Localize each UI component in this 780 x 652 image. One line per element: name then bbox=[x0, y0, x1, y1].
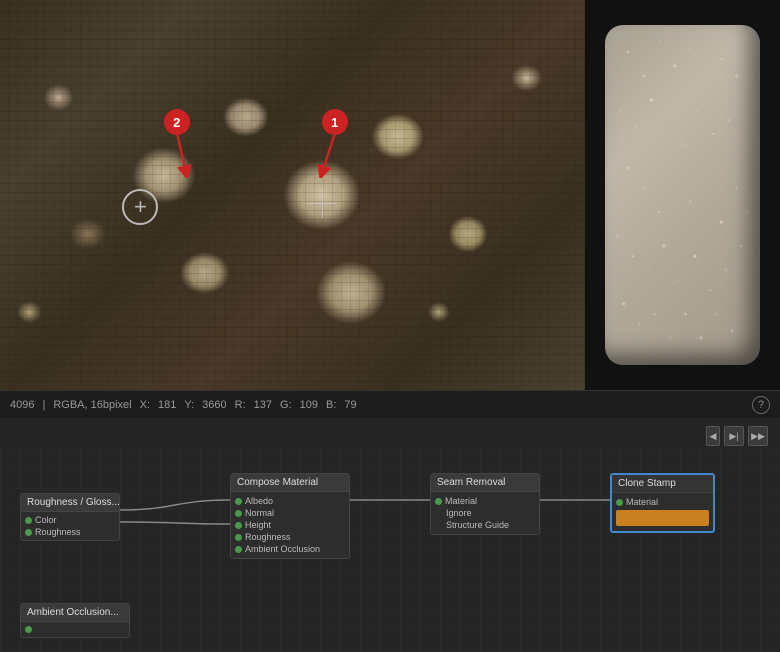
material-preview-sphere bbox=[605, 25, 760, 365]
transport-controls: ◀ ▶| ▶▶ bbox=[706, 426, 768, 446]
y-label: Y: bbox=[184, 399, 194, 411]
port-label-structure: Structure Guide bbox=[435, 520, 509, 530]
resolution-info: 4096 bbox=[10, 399, 34, 411]
annotation-circle-2: 2 bbox=[164, 109, 190, 135]
y-value: 3660 bbox=[202, 399, 226, 411]
port-dot-albedo bbox=[235, 498, 242, 505]
annotation-2-arrow bbox=[172, 133, 202, 178]
port-row-normal: Normal bbox=[231, 507, 349, 519]
node-graph[interactable]: ◀ ▶| ▶▶ Roughness / Gloss... Color bbox=[0, 418, 780, 652]
node-seam-title: Seam Removal bbox=[431, 474, 539, 492]
node-ambient-ports bbox=[21, 622, 129, 637]
node-ambient-title: Ambient Occlusion... bbox=[21, 604, 129, 622]
port-label-ignore: Ignore bbox=[435, 508, 472, 518]
collapse-button[interactable]: ◀ bbox=[706, 426, 720, 446]
port-label-roughness: Roughness bbox=[35, 527, 81, 537]
status-bar: 4096 | RGBA, 16bpixel X: 181 Y: 3660 R: … bbox=[0, 390, 780, 418]
port-dot-roughness bbox=[25, 529, 32, 536]
port-row-height: Height bbox=[231, 519, 349, 531]
port-dot-normal bbox=[235, 510, 242, 517]
port-dot-clone-material bbox=[616, 499, 623, 506]
clone-material-bar bbox=[616, 510, 709, 526]
port-dot-compose-roughness bbox=[235, 534, 242, 541]
node-ambient-occlusion[interactable]: Ambient Occlusion... bbox=[20, 603, 130, 638]
g-value: 109 bbox=[300, 399, 318, 411]
port-row-ao bbox=[21, 625, 129, 634]
node-seam-removal[interactable]: Seam Removal Material Ignore Structure G… bbox=[430, 473, 540, 535]
node-compose-title: Compose Material bbox=[231, 474, 349, 492]
annotation-circle-1: 1 bbox=[322, 109, 348, 135]
texture-viewport[interactable]: 2 1 bbox=[0, 0, 585, 390]
port-row-albedo: Albedo bbox=[231, 495, 349, 507]
port-label-seam-material: Material bbox=[445, 496, 477, 506]
annotation-1-arrow bbox=[317, 133, 347, 178]
texture-overlay bbox=[0, 0, 585, 390]
play-button[interactable]: ▶| bbox=[724, 426, 744, 446]
annotation-1: 1 bbox=[322, 109, 348, 135]
crosshair-cursor bbox=[307, 188, 337, 218]
g-label: G: bbox=[280, 399, 292, 411]
port-label-color: Color bbox=[35, 515, 57, 525]
port-label-clone-material: Material bbox=[626, 497, 658, 507]
port-dot-height bbox=[235, 522, 242, 529]
port-row-color: Color bbox=[21, 514, 119, 526]
node-clone-title: Clone Stamp bbox=[612, 475, 713, 493]
port-row-structure: Structure Guide bbox=[431, 519, 539, 531]
port-label-albedo: Albedo bbox=[245, 496, 273, 506]
port-row-clone-material: Material bbox=[612, 496, 713, 508]
port-row-compose-roughness: Roughness bbox=[231, 531, 349, 543]
node-roughness-gloss[interactable]: Roughness / Gloss... Color Roughness bbox=[20, 493, 120, 541]
b-value: 79 bbox=[344, 399, 356, 411]
port-label-ambient-occ: Ambient Occlusion bbox=[245, 544, 320, 554]
colormode-label: RGBA, 16bpixel bbox=[53, 399, 131, 411]
r-label: R: bbox=[235, 399, 246, 411]
b-label: B: bbox=[326, 399, 336, 411]
port-dot-ao bbox=[25, 626, 32, 633]
node-roughness-gloss-title: Roughness / Gloss... bbox=[21, 494, 119, 512]
node-compose-material[interactable]: Compose Material Albedo Normal Height Ro… bbox=[230, 473, 350, 559]
x-label: X: bbox=[140, 399, 150, 411]
node-seam-ports: Material Ignore Structure Guide bbox=[431, 492, 539, 534]
port-row-roughness: Roughness bbox=[21, 526, 119, 538]
skip-button[interactable]: ▶▶ bbox=[748, 426, 768, 446]
port-dot-ambient-occ bbox=[235, 546, 242, 553]
port-row-seam-material: Material bbox=[431, 495, 539, 507]
port-label-compose-roughness: Roughness bbox=[245, 532, 291, 542]
port-label-height: Height bbox=[245, 520, 271, 530]
port-row-ambient-occ: Ambient Occlusion bbox=[231, 543, 349, 555]
node-compose-ports: Albedo Normal Height Roughness Ambient O… bbox=[231, 492, 349, 558]
node-canvas[interactable]: Roughness / Gloss... Color Roughness Amb… bbox=[0, 448, 780, 652]
x-value: 181 bbox=[158, 399, 176, 411]
plus-cursor: + bbox=[122, 189, 158, 225]
top-section: 2 1 bbox=[0, 0, 780, 390]
port-dot-color bbox=[25, 517, 32, 524]
r-value: 137 bbox=[254, 399, 272, 411]
colormode-info: | bbox=[42, 399, 45, 411]
node-roughness-gloss-ports: Color Roughness bbox=[21, 512, 119, 540]
preview-panel bbox=[585, 0, 780, 390]
node-clone-stamp[interactable]: Clone Stamp Material bbox=[610, 473, 715, 533]
node-clone-ports: Material bbox=[612, 493, 713, 531]
port-label-normal: Normal bbox=[245, 508, 274, 518]
port-dot-seam-material bbox=[435, 498, 442, 505]
port-row-ignore: Ignore bbox=[431, 507, 539, 519]
help-icon[interactable]: ? bbox=[752, 396, 770, 414]
annotation-2: 2 bbox=[164, 109, 190, 135]
